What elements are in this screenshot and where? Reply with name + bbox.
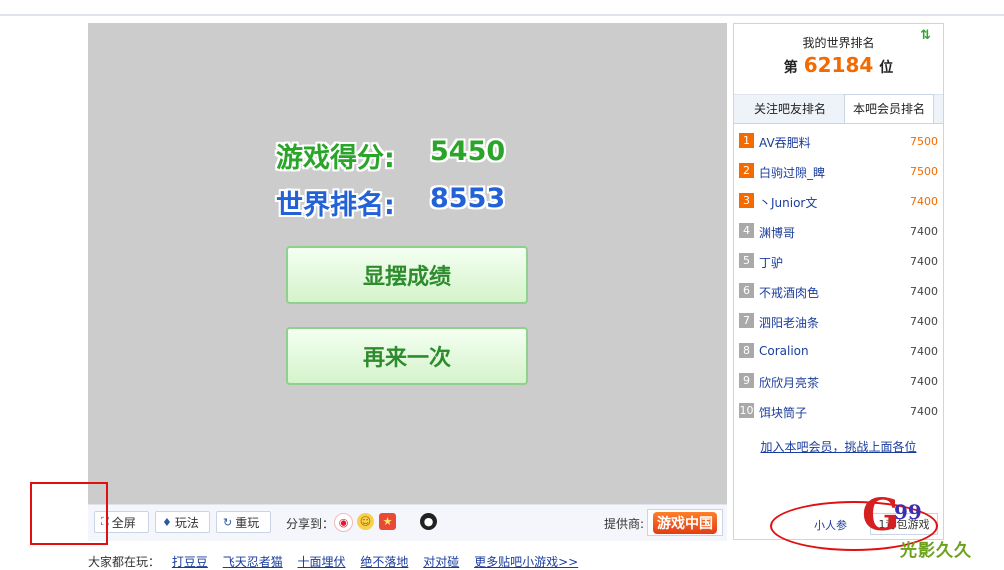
annotation-red-rectangle: [30, 482, 108, 545]
rank-number: 4: [739, 223, 754, 238]
more-games-link[interactable]: 更多贴吧小游戏>>: [474, 555, 578, 569]
list-item[interactable]: 7 泗阳老油条 7400: [734, 305, 943, 335]
score-value: 5450: [430, 136, 506, 167]
player-score: 7400: [910, 345, 938, 358]
rank-number: 10: [739, 403, 754, 418]
player-score: 7400: [910, 225, 938, 238]
game-link-match[interactable]: 对对碰: [423, 555, 459, 569]
player-name[interactable]: Coralion: [759, 344, 809, 358]
list-item[interactable]: 1 AV吞肥料 7500: [734, 125, 943, 155]
game-link-never-fall[interactable]: 绝不落地: [360, 555, 408, 569]
ranking-panel: ⇅ 我的世界排名 第 62184 位 关注吧友排名 本吧会员排名 1 AV吞肥料 7…: [733, 23, 944, 540]
game-canvas[interactable]: 游戏得分: 5450 世界排名: 8553 显摆成绩 再来一次: [88, 23, 727, 504]
replay-button[interactable]: ↻ 重玩: [216, 511, 271, 533]
watermark-text: 光影久久: [900, 541, 972, 561]
game-link-dadoudou[interactable]: 打豆豆: [172, 555, 208, 569]
player-score: 7500: [910, 135, 938, 148]
player-name[interactable]: 白驹过隙_睥: [759, 164, 825, 181]
my-world-rank-title: 我的世界排名: [802, 36, 875, 50]
game-link-ninja-cat[interactable]: 飞天忍者猫: [223, 555, 283, 569]
kaixin-share-icon[interactable]: ☺: [357, 513, 374, 530]
world-rank-row: 世界排名: 8553: [276, 183, 505, 222]
bulb-icon: ♦: [162, 515, 172, 529]
world-rank-label: 世界排名:: [276, 190, 395, 221]
list-item[interactable]: 8 Coralion 7400: [734, 335, 943, 365]
list-item[interactable]: 2 白驹过隙_睥 7500: [734, 155, 943, 185]
qzone-share-icon[interactable]: ★: [379, 513, 396, 530]
list-item[interactable]: 6 不戒酒肉色 7400: [734, 275, 943, 305]
list-item[interactable]: 9 欣欣月亮茶 7400: [734, 365, 943, 395]
popular-games-label: 大家都在玩：: [88, 555, 161, 569]
provider-logo[interactable]: 游戏中国: [647, 509, 723, 536]
rank-number: 7: [739, 313, 754, 328]
how-to-play-label: 玩法: [174, 515, 199, 530]
weibo-share-icon[interactable]: ◉: [334, 513, 353, 532]
player-name[interactable]: 丶Junior文: [759, 194, 817, 211]
qq-share-icon[interactable]: ●: [420, 513, 437, 530]
score-row: 游戏得分: 5450: [276, 136, 505, 175]
player-name[interactable]: 饵块筒子: [759, 404, 807, 421]
player-score: 7400: [910, 255, 938, 268]
provider-label: 提供商:: [604, 517, 645, 531]
list-item[interactable]: 10 饵块筒子 7400: [734, 395, 943, 425]
game-toolbar: ⛶ 全屏 ♦ 玩法 ↻ 重玩 分享到： ◉ ☺ ★ ● 提供商: 游戏中国: [88, 504, 727, 541]
rank-number: 9: [739, 373, 754, 388]
replay-icon: ↻: [223, 515, 233, 529]
rank-number: 2: [739, 163, 754, 178]
rank-suffix: 位: [879, 60, 894, 76]
player-name[interactable]: 欣欣月亮茶: [759, 374, 819, 391]
player-name[interactable]: 不戒酒肉色: [759, 284, 819, 301]
player-name[interactable]: 泗阳老油条: [759, 314, 819, 331]
fullscreen-label: 全屏: [111, 515, 136, 530]
rank-number: 8: [739, 343, 754, 358]
player-score: 7400: [910, 285, 938, 298]
share-label: 分享到：: [286, 517, 335, 531]
ranking-tabs: 关注吧友排名 本吧会员排名: [734, 94, 943, 124]
player-score: 7400: [910, 195, 938, 208]
ranking-list: 1 AV吞肥料 7500 2 白驹过隙_睥 7500 3 丶Junior文 74…: [734, 125, 943, 425]
player-name[interactable]: 丁驴: [759, 254, 783, 271]
join-members-link[interactable]: 加入本吧会员，挑战上面各位: [734, 438, 943, 455]
provider-logo-text: 游戏中国: [653, 511, 717, 534]
player-name[interactable]: 渊博哥: [759, 224, 795, 241]
my-rank-value: 62184: [803, 53, 874, 77]
how-to-play-button[interactable]: ♦ 玩法: [155, 511, 210, 533]
player-score: 7400: [910, 315, 938, 328]
rank-number: 1: [739, 133, 754, 148]
rank-number: 5: [739, 253, 754, 268]
play-again-button[interactable]: 再来一次: [286, 327, 528, 385]
top-divider: [0, 14, 1004, 16]
show-off-score-button[interactable]: 显摆成绩: [286, 246, 528, 304]
tab-members-ranking[interactable]: 本吧会员排名: [844, 94, 934, 123]
list-item[interactable]: 3 丶Junior文 7400: [734, 185, 943, 215]
player-score: 7500: [910, 165, 938, 178]
watermark-logo-number: 99: [894, 500, 922, 524]
world-rank-value: 8553: [430, 183, 506, 214]
game-link-ambush[interactable]: 十面埋伏: [298, 555, 346, 569]
score-label: 游戏得分:: [276, 143, 395, 174]
popular-games-bar: 大家都在玩： 打豆豆 飞天忍者猫 十面埋伏 绝不落地 对对碰 更多贴吧小游戏>>: [88, 553, 578, 570]
rank-number: 6: [739, 283, 754, 298]
tab-friends-ranking[interactable]: 关注吧友排名: [740, 95, 840, 123]
rank-prefix: 第: [783, 60, 798, 76]
list-item[interactable]: 4 渊博哥 7400: [734, 215, 943, 245]
player-score: 7400: [910, 375, 938, 388]
my-world-rank: 第 62184 位: [734, 53, 943, 77]
list-item[interactable]: 5 丁驴 7400: [734, 245, 943, 275]
rank-number: 3: [739, 193, 754, 208]
player-score: 7400: [910, 405, 938, 418]
replay-label: 重玩: [235, 515, 260, 530]
player-name[interactable]: AV吞肥料: [759, 134, 811, 151]
